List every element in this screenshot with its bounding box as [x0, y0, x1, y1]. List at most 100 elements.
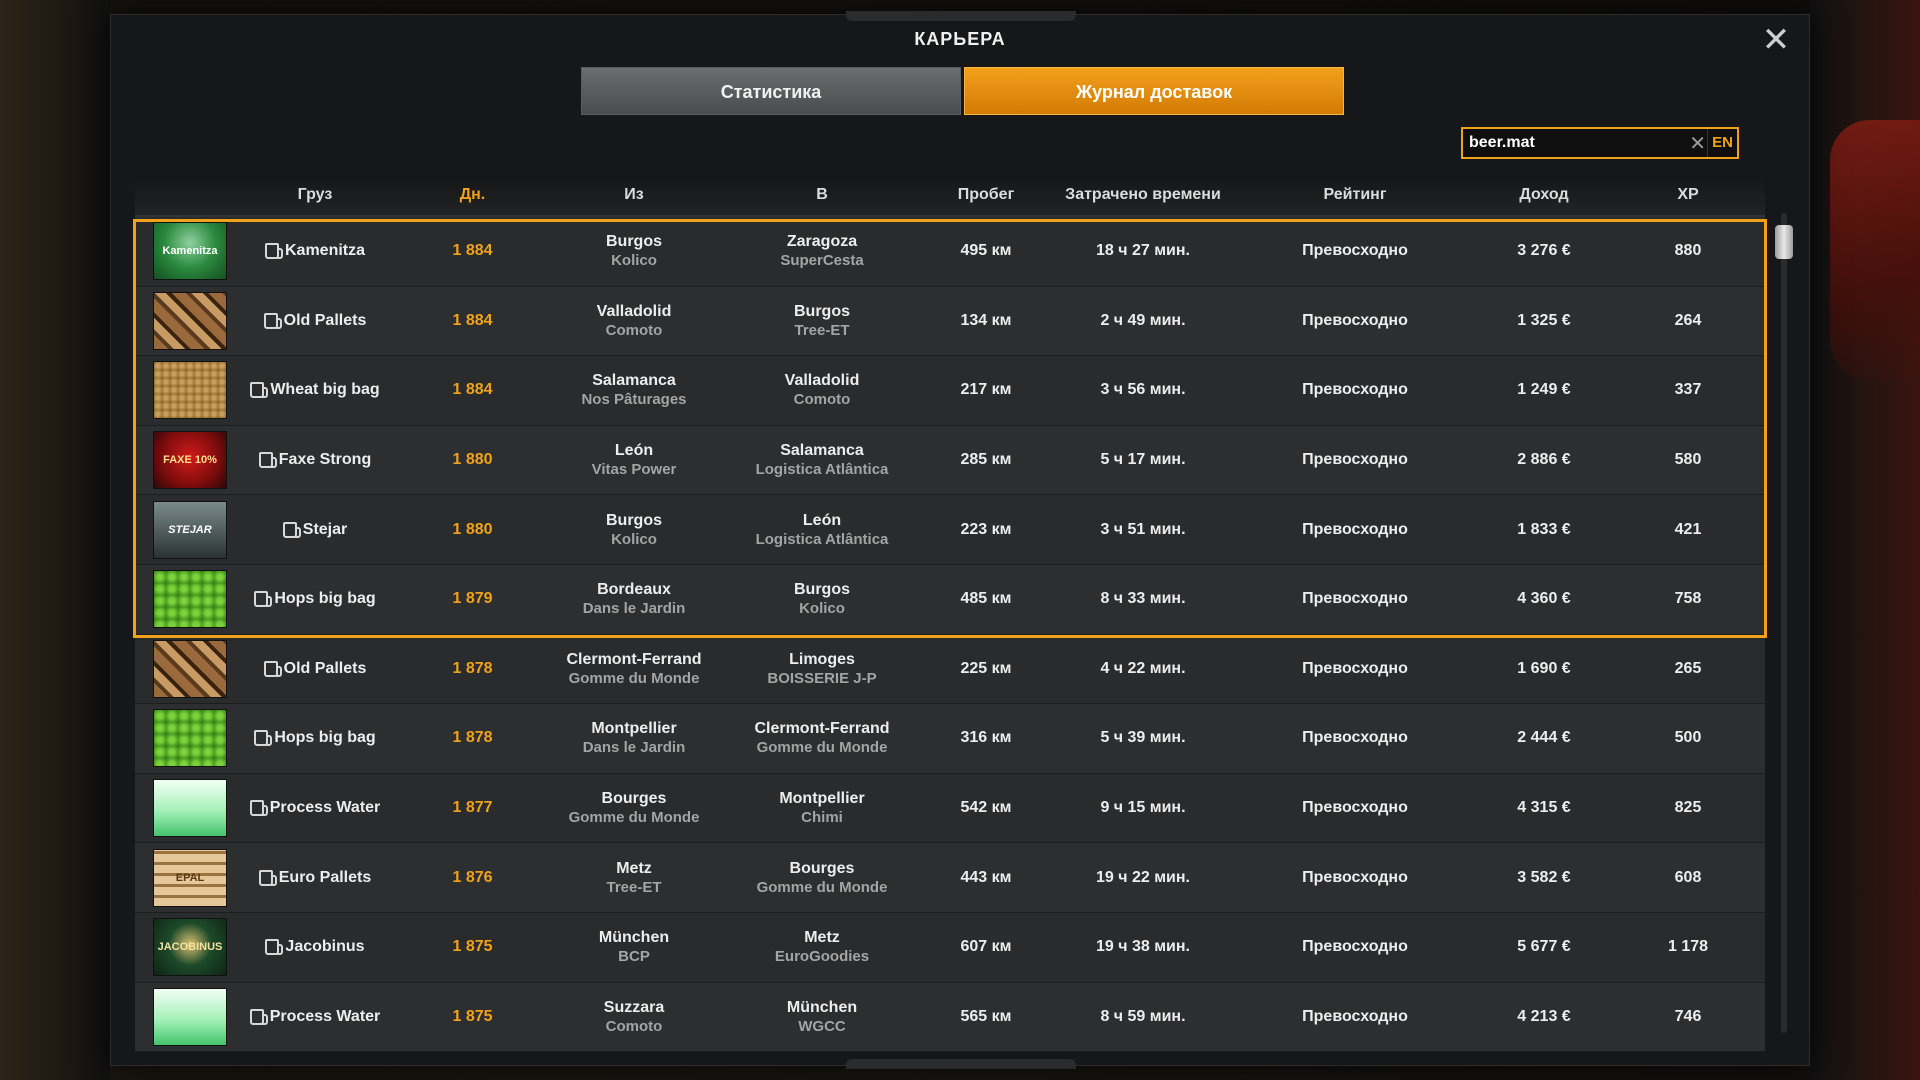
- from-company: BCP: [618, 948, 650, 966]
- to-company: BOISSERIE J-P: [767, 669, 877, 687]
- col-header-cargo[interactable]: Груз: [245, 186, 385, 204]
- cargo-thumbnail-label: FAXE 10%: [163, 454, 217, 467]
- table-row[interactable]: STEJAR Stejar 1 880 Burgos Kolico León L…: [135, 495, 1765, 565]
- table-row[interactable]: Old Pallets 1 878 Clermont-Ferrand Gomme…: [135, 634, 1765, 705]
- to-cell: Valladolid Comoto: [708, 371, 936, 409]
- col-header-to[interactable]: В: [708, 186, 936, 204]
- scrollbar-thumb[interactable]: [1775, 225, 1793, 259]
- from-company: Nos Pâturages: [581, 391, 687, 409]
- tab-statistics[interactable]: Статистика: [581, 67, 961, 115]
- distance-value: 495 км: [960, 242, 1012, 260]
- time-value: 3 ч 56 мин.: [1100, 381, 1186, 399]
- to-cell: Limoges BOISSERIE J-P: [708, 650, 936, 688]
- beer-mug-icon: [258, 452, 277, 469]
- cargo-name: Hops big bag: [274, 729, 376, 747]
- from-city: Bourges: [601, 790, 667, 808]
- to-cell: Metz EuroGoodies: [708, 928, 936, 966]
- to-company: Kolico: [799, 600, 845, 618]
- col-header-day[interactable]: Дн.: [385, 186, 560, 204]
- to-cell: Salamanca Logistica Atlântica: [708, 441, 936, 479]
- to-city: Valladolid: [784, 372, 860, 390]
- income-value: 3 276 €: [1517, 242, 1571, 260]
- distance-value: 565 км: [960, 1007, 1012, 1025]
- cargo-cell: Stejar: [245, 521, 385, 539]
- tab-delivery-log[interactable]: Журнал доставок: [964, 67, 1344, 115]
- cargo-jacob-icon: JACOBINUS: [153, 918, 227, 977]
- distance-value: 316 км: [960, 729, 1012, 747]
- close-icon[interactable]: ✕: [1759, 23, 1793, 57]
- tab-bar: Статистика Журнал доставок: [581, 67, 1344, 115]
- input-language-indicator[interactable]: EN: [1707, 129, 1737, 157]
- cargo-cell: Faxe Strong: [245, 451, 385, 469]
- from-city: Suzzara: [603, 998, 665, 1016]
- from-company: Comoto: [605, 1017, 663, 1035]
- clear-search-icon[interactable]: ✕: [1688, 131, 1707, 156]
- cargo-cell: Kamenitza: [245, 242, 385, 260]
- income-value: 4 360 €: [1517, 590, 1571, 608]
- search-box: ✕ EN: [1461, 127, 1739, 159]
- day-value: 1 875: [452, 938, 493, 956]
- time-value: 19 ч 22 мин.: [1096, 868, 1190, 886]
- col-header-time[interactable]: Затрачено времени: [1036, 186, 1250, 204]
- from-cell: Metz Tree-ET: [560, 859, 708, 897]
- cargo-thumbnail-cell: [135, 291, 245, 350]
- scrollbar-track[interactable]: [1781, 213, 1787, 1033]
- career-window: КАРЬЕРА ✕ Статистика Журнал доставок ✕ E…: [110, 11, 1810, 1069]
- table-row[interactable]: Hops big bag 1 878 Montpellier Dans le J…: [135, 704, 1765, 774]
- table-row[interactable]: JACOBINUS Jacobinus 1 875 München BCP Me…: [135, 912, 1765, 983]
- from-company: Kolico: [611, 530, 657, 548]
- cargo-cell: Hops big bag: [245, 729, 385, 747]
- cargo-water-icon: [153, 987, 227, 1046]
- income-value: 4 315 €: [1517, 799, 1571, 817]
- distance-value: 134 км: [960, 311, 1012, 329]
- table-row[interactable]: EPAL Euro Pallets 1 876 Metz Tree-ET Bou…: [135, 843, 1765, 913]
- beer-mug-icon: [250, 382, 269, 399]
- to-city: Montpellier: [779, 790, 865, 808]
- col-header-income[interactable]: Доход: [1460, 186, 1628, 204]
- income-value: 1 833 €: [1517, 520, 1571, 538]
- to-city: Zaragoza: [786, 233, 858, 251]
- from-company: Comoto: [605, 321, 663, 339]
- to-cell: München WGCC: [708, 998, 936, 1036]
- from-cell: Suzzara Comoto: [560, 998, 708, 1036]
- day-value: 1 884: [452, 311, 493, 329]
- income-value: 1 249 €: [1517, 381, 1571, 399]
- search-input[interactable]: [1463, 129, 1688, 157]
- table-row[interactable]: Hops big bag 1 879 Bordeaux Dans le Jard…: [135, 564, 1765, 635]
- cargo-name: Faxe Strong: [278, 451, 372, 469]
- time-value: 9 ч 15 мин.: [1100, 799, 1186, 817]
- to-company: Gomme du Monde: [756, 739, 888, 757]
- cargo-cell: Old Pallets: [245, 312, 385, 330]
- table-row[interactable]: Process Water 1 875 Suzzara Comoto Münch…: [135, 982, 1765, 1053]
- col-header-distance[interactable]: Пробег: [936, 186, 1036, 204]
- to-company: Comoto: [793, 391, 851, 409]
- distance-value: 225 км: [960, 659, 1012, 677]
- table-row[interactable]: Process Water 1 877 Bourges Gomme du Mon…: [135, 773, 1765, 844]
- day-value: 1 878: [452, 659, 493, 677]
- cargo-name: Jacobinus: [285, 938, 365, 956]
- cargo-thumbnail-label: Kamenitza: [162, 245, 218, 258]
- rating-value: Превосходно: [1302, 381, 1408, 399]
- table-row[interactable]: Kamenitza Kamenitza 1 884 Burgos Kolico …: [135, 217, 1765, 287]
- col-header-rating[interactable]: Рейтинг: [1250, 186, 1460, 204]
- to-company: WGCC: [798, 1017, 846, 1035]
- col-header-from[interactable]: Из: [560, 186, 708, 204]
- cargo-thumbnail-label: STEJAR: [168, 523, 212, 536]
- xp-value: 265: [1674, 659, 1702, 677]
- col-header-xp[interactable]: XP: [1628, 186, 1748, 204]
- rating-value: Превосходно: [1302, 242, 1408, 260]
- to-city: Clermont-Ferrand: [754, 720, 890, 738]
- to-city: München: [786, 998, 858, 1016]
- from-city: Bordeaux: [597, 581, 671, 599]
- from-city: München: [598, 929, 670, 947]
- cargo-cell: Process Water: [245, 1008, 385, 1026]
- from-company: Gomme du Monde: [568, 809, 700, 827]
- table-row[interactable]: Old Pallets 1 884 Valladolid Comoto Burg…: [135, 286, 1765, 357]
- income-value: 1 325 €: [1517, 311, 1571, 329]
- table-row[interactable]: FAXE 10% Faxe Strong 1 880 León Vitas Po…: [135, 425, 1765, 496]
- beer-mug-icon: [263, 312, 282, 329]
- cargo-thumbnail-cell: STEJAR: [135, 500, 245, 559]
- table-row[interactable]: Wheat big bag 1 884 Salamanca Nos Pâtura…: [135, 356, 1765, 426]
- xp-value: 421: [1674, 520, 1702, 538]
- cargo-cell: Process Water: [245, 799, 385, 817]
